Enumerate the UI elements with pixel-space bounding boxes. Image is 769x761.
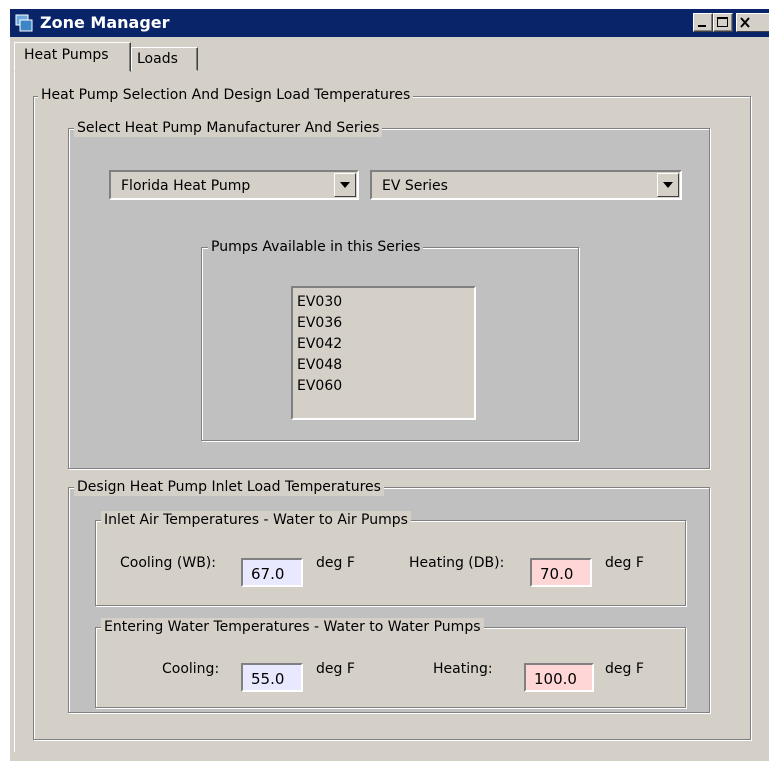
tab-loads-label: Loads [137, 51, 178, 67]
list-item[interactable]: EV036 [297, 313, 470, 334]
tab-heat-pumps[interactable]: Heat Pumps [14, 42, 131, 72]
maximize-button[interactable] [713, 13, 733, 32]
air-heating-unit: deg F [605, 555, 644, 571]
series-dropdown[interactable]: EV Series [370, 170, 682, 200]
air-cooling-input[interactable]: 67.0 [241, 558, 303, 587]
air-heating-label: Heating (DB): [409, 555, 505, 571]
minimize-icon [698, 25, 706, 27]
list-item[interactable]: EV042 [297, 334, 470, 355]
manufacturer-value: Florida Heat Pump [121, 178, 251, 194]
manufacturer-dropdown[interactable]: Florida Heat Pump [109, 170, 359, 200]
series-value: EV Series [382, 178, 448, 194]
list-item[interactable]: EV060 [297, 376, 470, 397]
manufacturer-dropdown-arrow[interactable] [334, 173, 356, 197]
air-cooling-unit: deg F [316, 555, 355, 571]
water-cooling-unit: deg F [316, 661, 355, 677]
pumps-group-legend: Pumps Available in this Series [208, 238, 424, 256]
pumps-listbox[interactable]: EV030 EV036 EV042 EV048 EV060 [291, 286, 476, 420]
window-title: Zone Manager [40, 13, 170, 32]
list-item[interactable]: EV030 [297, 292, 470, 313]
tab-heat-pumps-label: Heat Pumps [24, 47, 109, 63]
list-item[interactable]: EV048 [297, 355, 470, 376]
water-heating-input[interactable]: 100.0 [524, 663, 594, 692]
selection-group-legend: Heat Pump Selection And Design Load Temp… [38, 86, 414, 104]
entering-water-legend: Entering Water Temperatures - Water to W… [101, 618, 484, 636]
minimize-button[interactable] [693, 13, 713, 32]
inlet-air-legend: Inlet Air Temperatures - Water to Air Pu… [101, 511, 411, 529]
water-heating-unit: deg F [605, 661, 644, 677]
manufacturer-group-legend: Select Heat Pump Manufacturer And Series [74, 119, 383, 137]
design-temperatures-legend: Design Heat Pump Inlet Load Temperatures [74, 478, 384, 496]
water-cooling-input[interactable]: 55.0 [241, 663, 303, 692]
maximize-icon [717, 17, 728, 27]
water-heating-label: Heating: [433, 661, 493, 677]
close-button[interactable] [736, 13, 769, 32]
app-icon [15, 14, 33, 32]
air-cooling-label: Cooling (WB): [120, 555, 216, 571]
chevron-down-icon [663, 182, 673, 188]
tab-loads[interactable]: Loads [131, 47, 198, 71]
title-bar[interactable]: Zone Manager [10, 9, 769, 37]
chevron-down-icon [340, 182, 350, 188]
water-cooling-label: Cooling: [162, 661, 220, 677]
close-icon [740, 17, 750, 28]
air-heating-input[interactable]: 70.0 [530, 558, 592, 587]
series-dropdown-arrow[interactable] [657, 173, 679, 197]
